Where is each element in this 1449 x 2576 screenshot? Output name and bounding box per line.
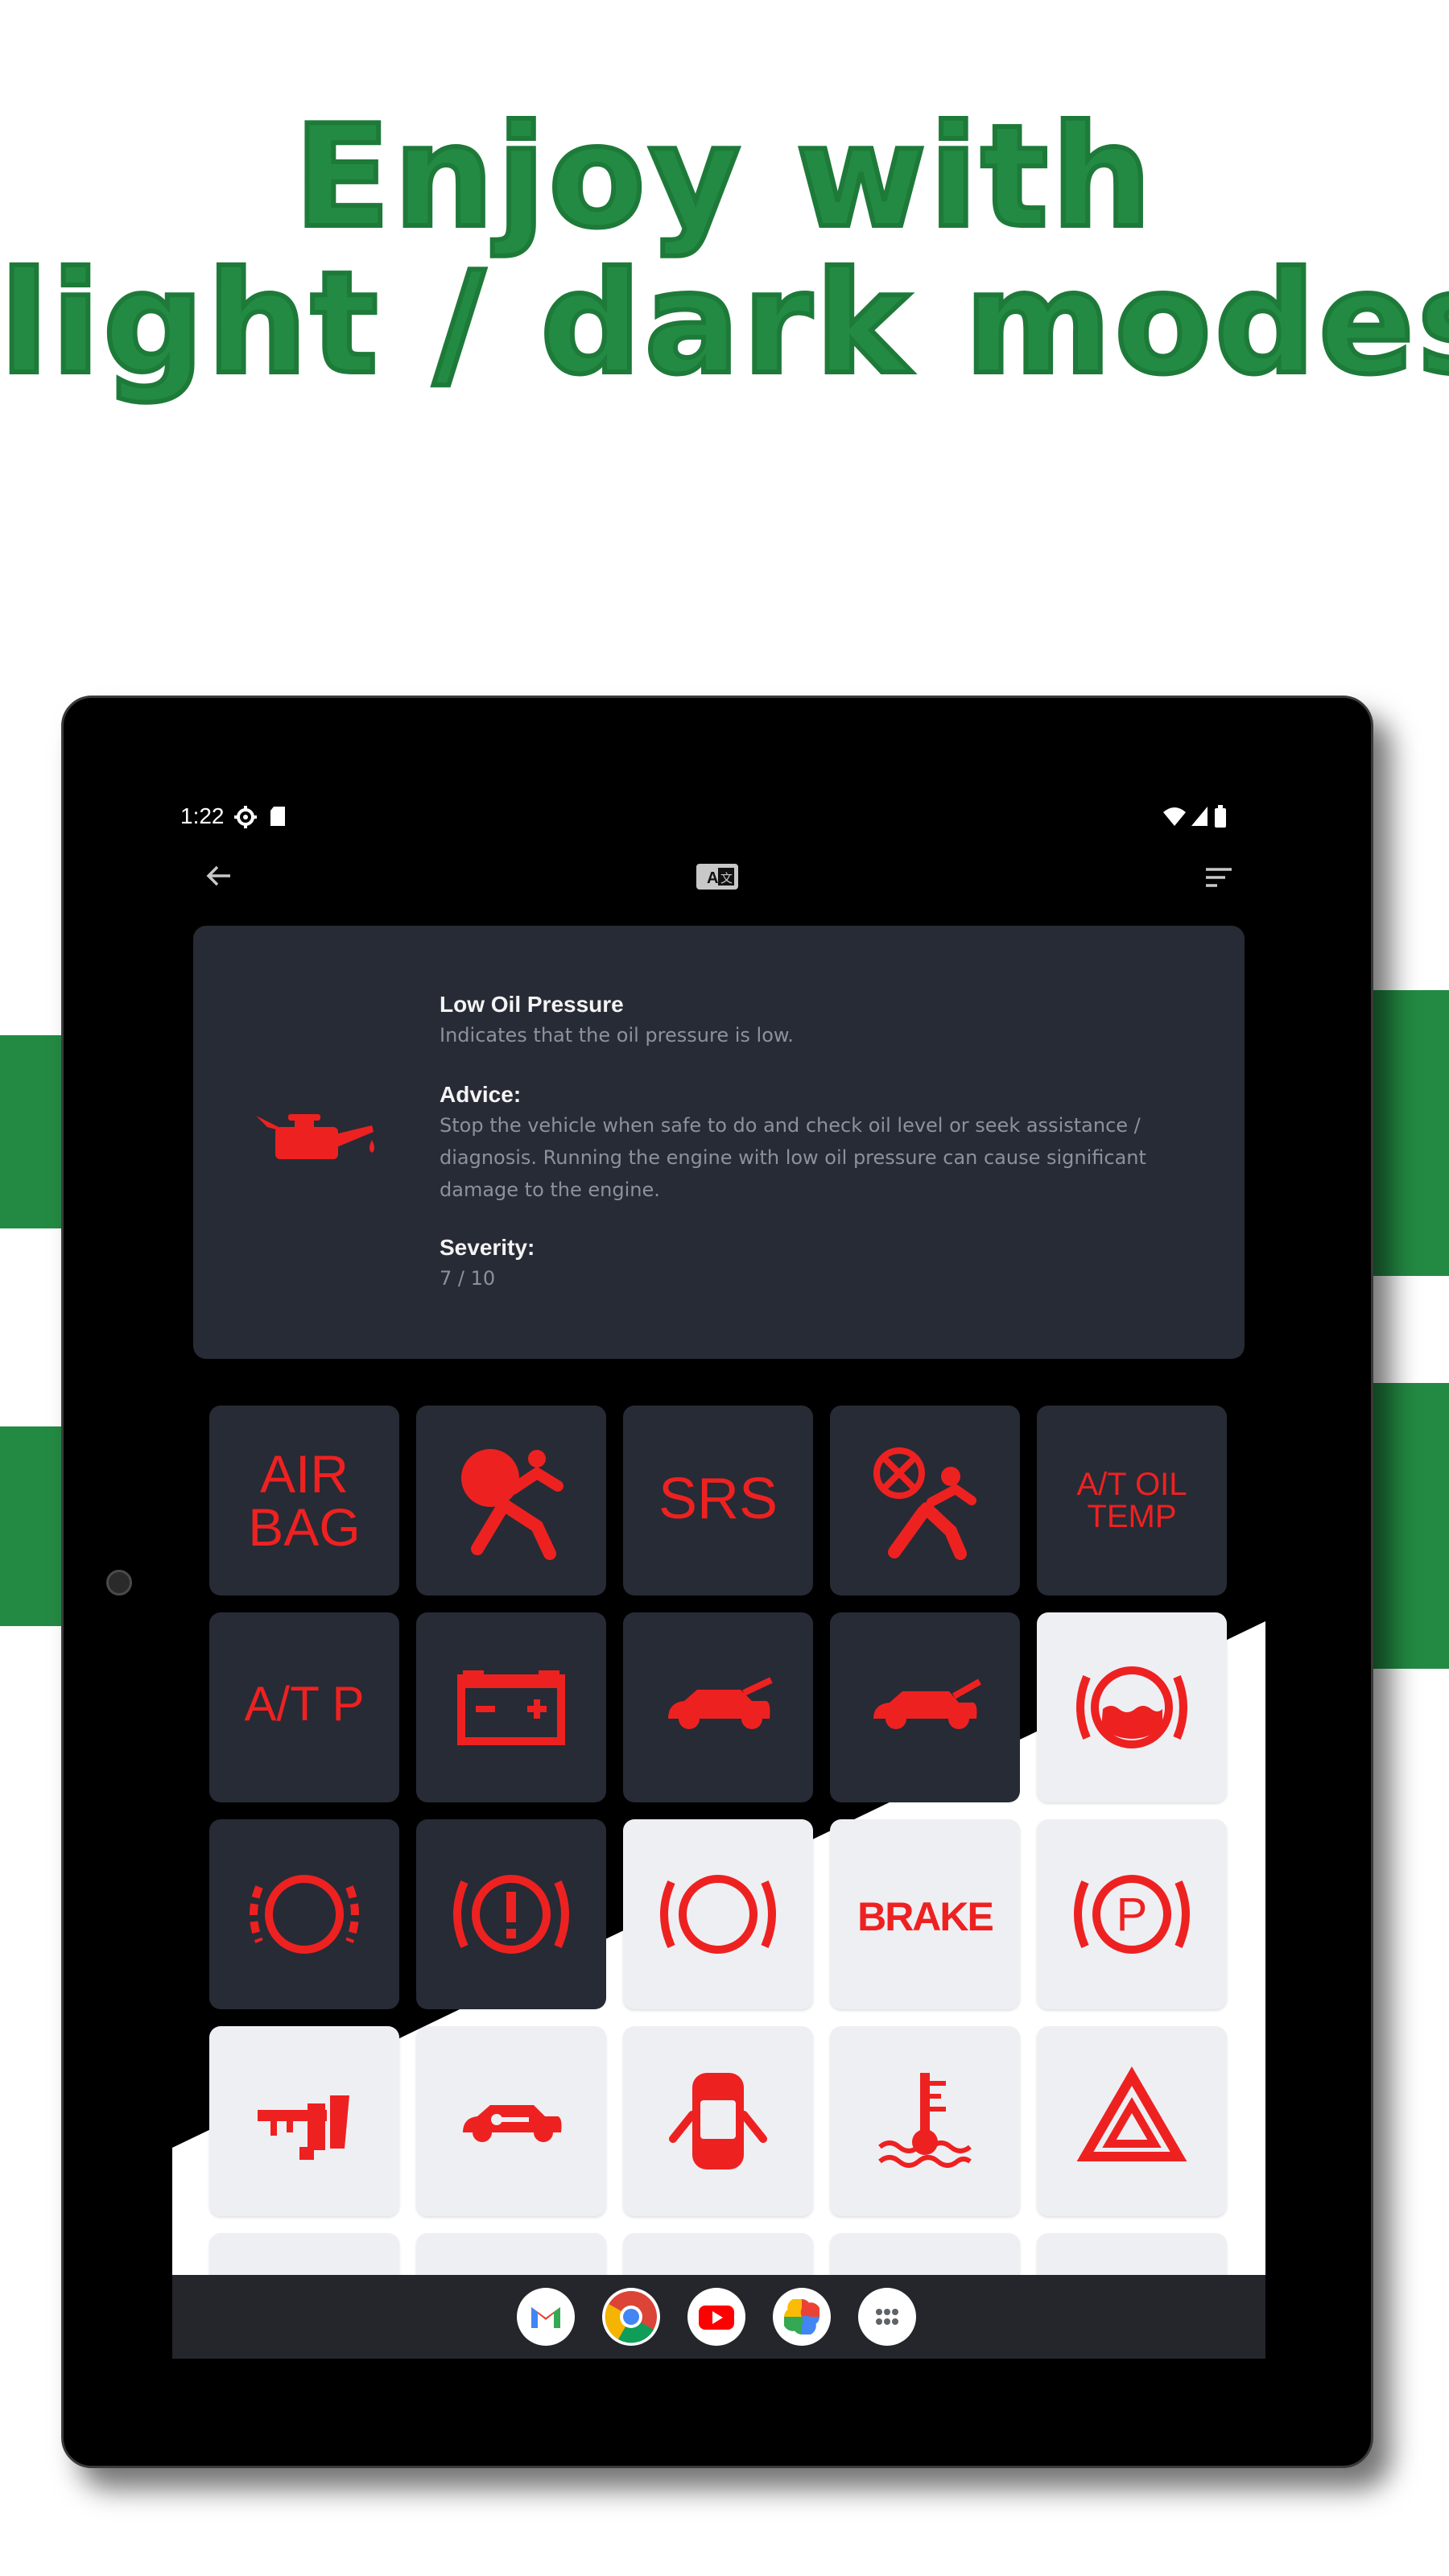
headline: Enjoy with light / dark modes: [0, 96, 1449, 406]
brake-fluid-icon: [1076, 1666, 1187, 1748]
at-oil-temp-label-2: TEMP: [1087, 1499, 1177, 1534]
chrome-icon[interactable]: [602, 2288, 660, 2346]
at-oil-temp-label-1: A/T OIL: [1076, 1467, 1187, 1502]
brake-pad-icon: [250, 1875, 359, 1954]
headline-line-2: light / dark modes: [0, 242, 1449, 406]
tile-at-oil-temp[interactable]: A/T OIL TEMP: [1037, 1406, 1227, 1596]
tile-hood-open[interactable]: [830, 1612, 1020, 1802]
youtube-icon[interactable]: [687, 2288, 745, 2346]
parking-brake-icon: P: [1074, 1875, 1190, 1954]
tablet-screen: 1:22 A 文 Low Oil Pressure Indicates that…: [172, 797, 1265, 2359]
tile-airbag-off[interactable]: [830, 1406, 1020, 1596]
tile-trunk-open[interactable]: [623, 1612, 813, 1802]
tile-immobilizer[interactable]: [416, 2026, 606, 2216]
air-bag-label: AIR BAG: [248, 1444, 361, 1557]
battery-warning-icon: [457, 1670, 565, 1745]
brake-label: BRAKE: [857, 1894, 994, 1939]
tile-brake-text[interactable]: BRAKE: [830, 1819, 1020, 2009]
tile-atp[interactable]: A/T P: [209, 1612, 399, 1802]
tile-air-bag[interactable]: AIR BAG: [209, 1406, 399, 1596]
dock-bar: [172, 2275, 1265, 2359]
tile-key-system[interactable]: [209, 2026, 399, 2216]
tile-coolant-temp[interactable]: [830, 2026, 1020, 2216]
airbag-off-icon: [873, 1447, 976, 1560]
brake-system-icon: [660, 1875, 776, 1954]
green-band-right-bottom: [1360, 1383, 1449, 1669]
tile-hazard[interactable]: [1037, 2026, 1227, 2216]
brake-warning-icon: [453, 1875, 569, 1954]
green-band-right-top: [1360, 990, 1449, 1276]
car-key-icon: [463, 2105, 562, 2142]
door-open-icon: [669, 2073, 767, 2169]
front-camera: [106, 1570, 132, 1596]
airbag-person-icon: [461, 1449, 564, 1560]
tile-brake-fluid[interactable]: [1037, 1612, 1227, 1802]
atp-label: A/T P: [244, 1677, 365, 1731]
svg-text:P: P: [1117, 1889, 1148, 1941]
tile-brake-pad[interactable]: [209, 1819, 399, 2009]
tile-battery[interactable]: [416, 1612, 606, 1802]
car-trunk-open-icon: [668, 1677, 773, 1729]
tile-brake-system[interactable]: [623, 1819, 813, 2009]
srs-label: SRS: [658, 1467, 778, 1531]
tile-airbag-person[interactable]: [416, 1406, 606, 1596]
tile-parking-brake[interactable]: P: [1037, 1819, 1227, 2009]
coolant-temp-icon: [878, 2073, 972, 2168]
key-system-icon: [258, 2095, 349, 2160]
tile-brake-warning[interactable]: [416, 1819, 606, 2009]
headline-line-1: Enjoy with: [291, 96, 1155, 259]
app-drawer-icon[interactable]: [858, 2288, 916, 2346]
gmail-icon[interactable]: [517, 2288, 575, 2346]
hazard-warning-icon: [1076, 2066, 1187, 2161]
tile-srs[interactable]: SRS: [623, 1406, 813, 1596]
tile-door-open[interactable]: [623, 2026, 813, 2216]
photos-icon[interactable]: [773, 2288, 831, 2346]
car-hood-open-icon: [873, 1678, 981, 1729]
